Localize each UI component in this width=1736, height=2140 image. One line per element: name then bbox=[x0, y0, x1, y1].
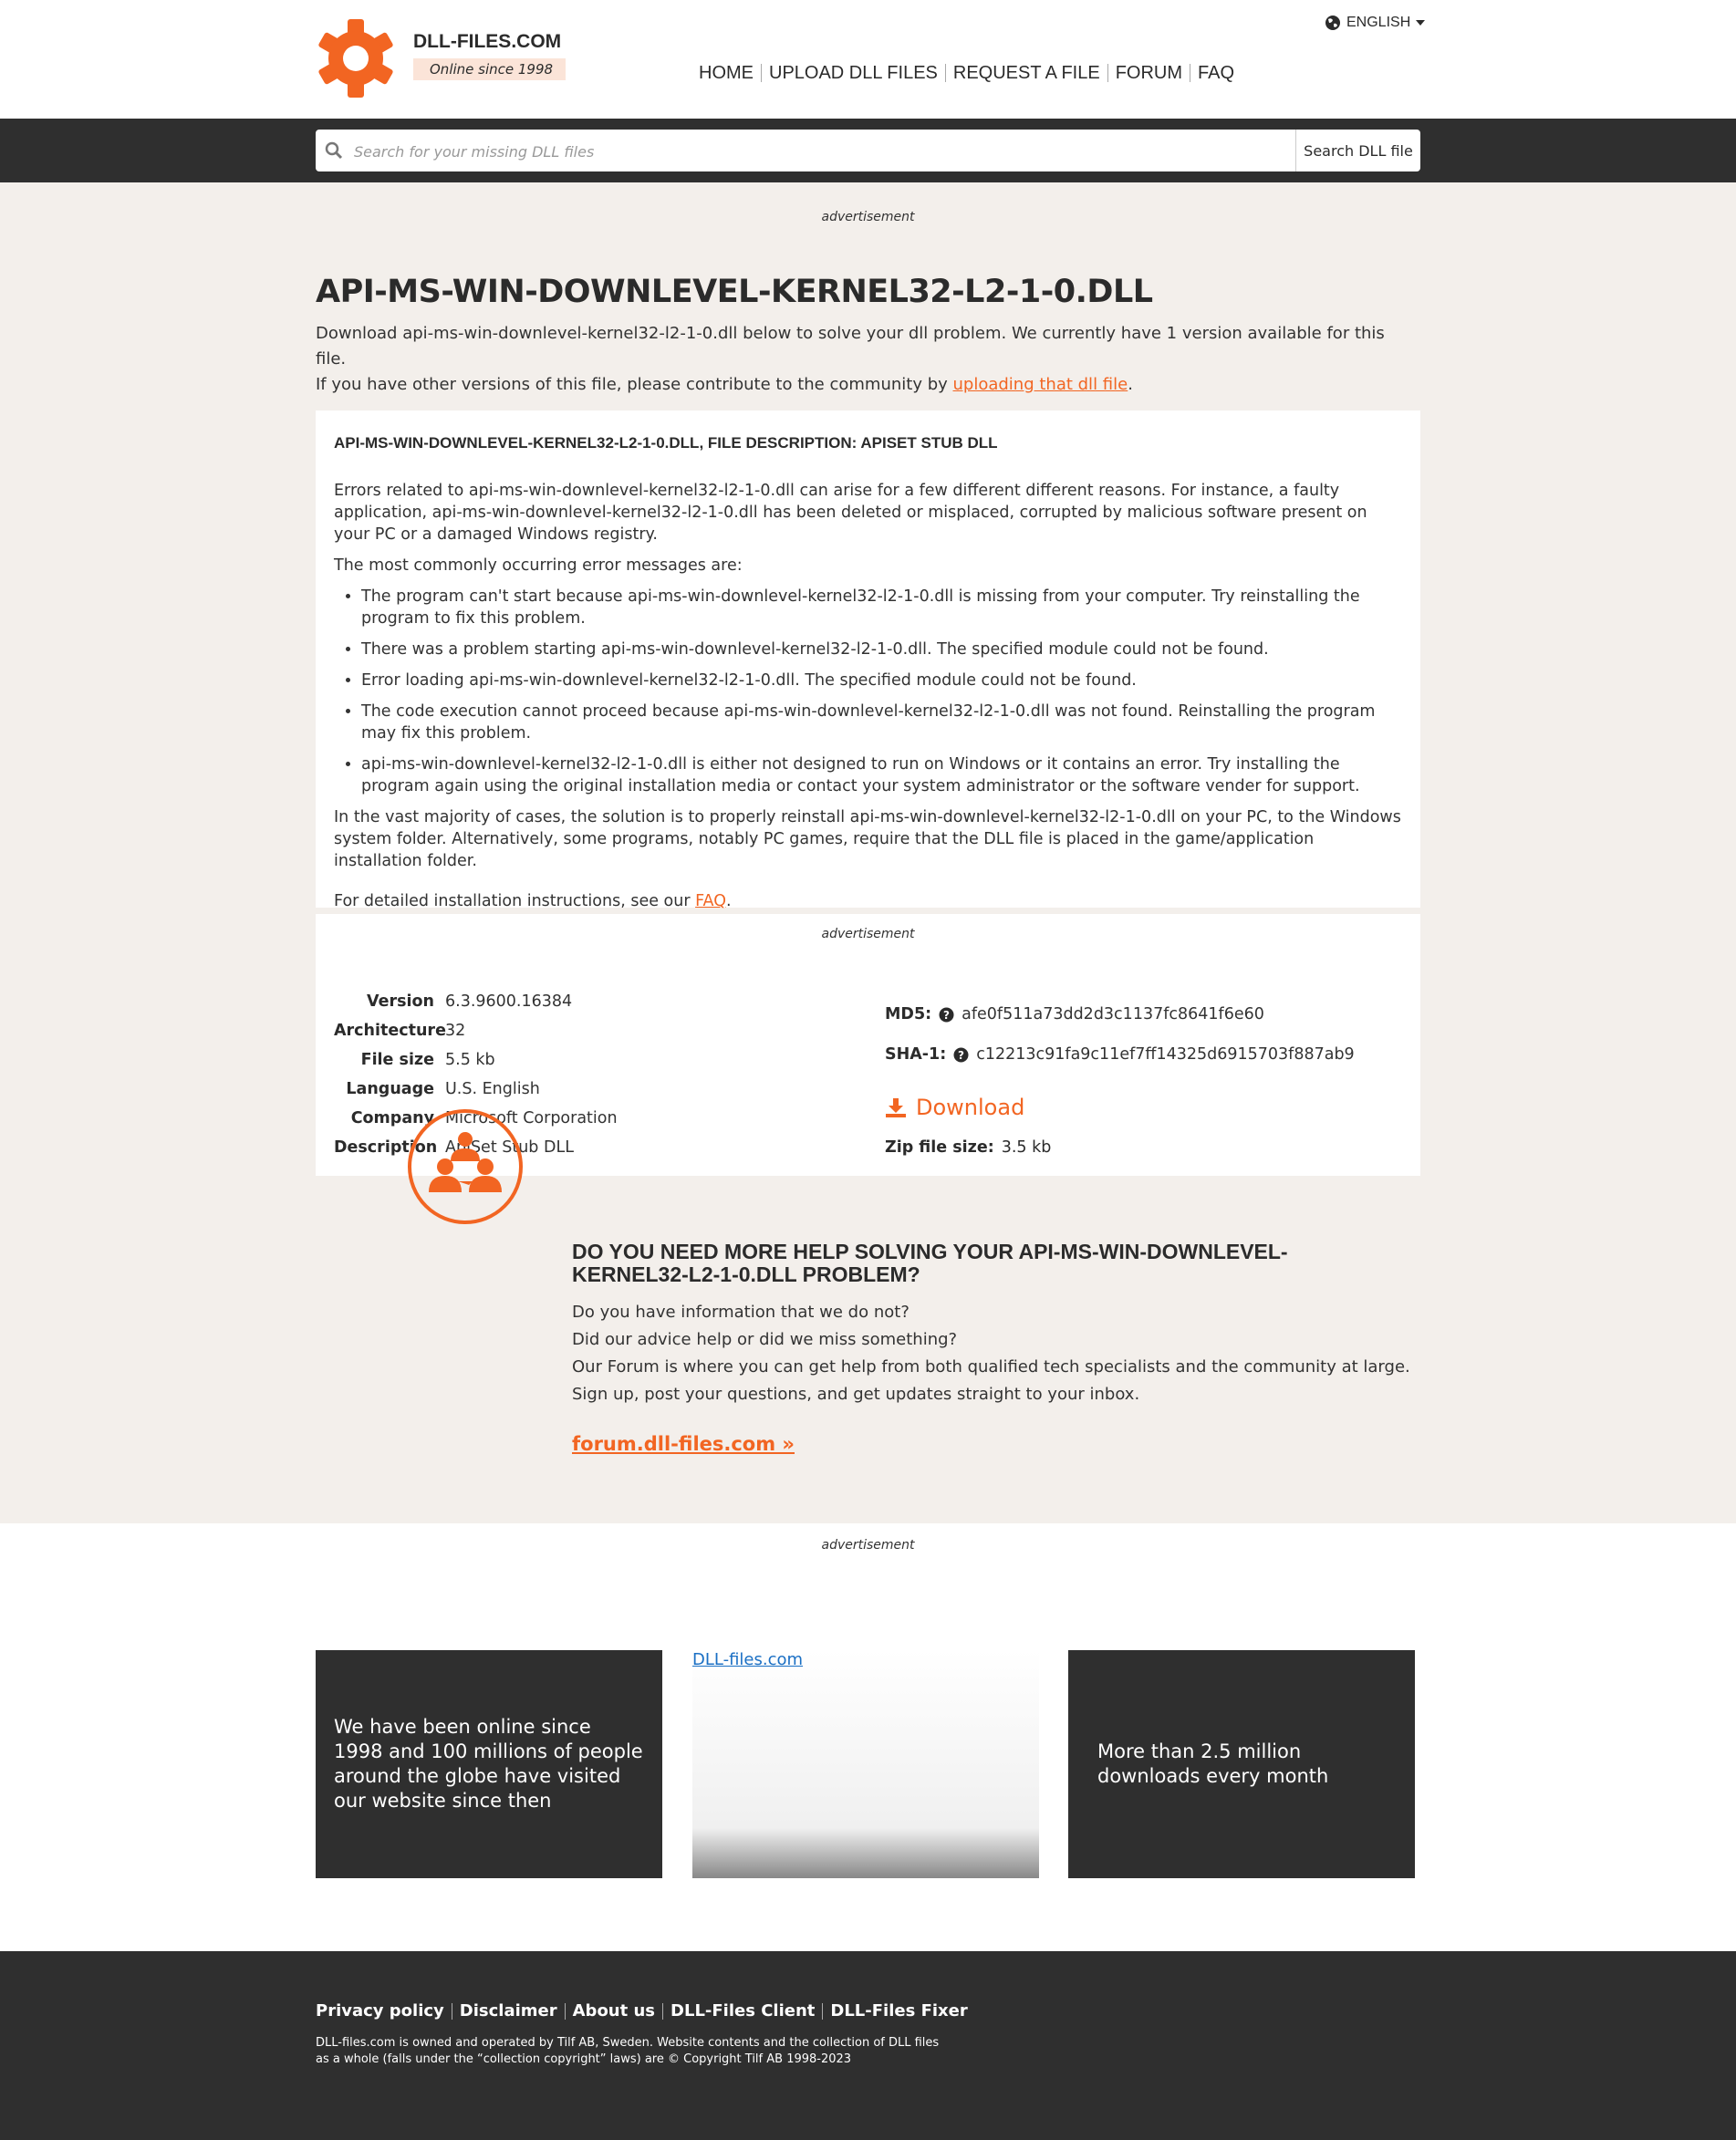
site-footer: Privacy policy Disclaimer About us DLL-F… bbox=[0, 1951, 1736, 2140]
faq-suffix: . bbox=[726, 892, 732, 910]
promo-box-image: DLL-files.com bbox=[692, 1650, 1039, 1878]
brand-name[interactable]: DLL-FILES.COM bbox=[413, 31, 561, 53]
nav-request-a-file[interactable]: REQUEST A FILE bbox=[944, 64, 1107, 82]
nav-faq[interactable]: FAQ bbox=[1190, 64, 1242, 82]
promo-text: We have been online since 1998 and 100 m… bbox=[334, 1716, 643, 1812]
promo-box-downloads: More than 2.5 million downloads every mo… bbox=[1068, 1650, 1415, 1878]
footer-link-privacy-policy[interactable]: Privacy policy bbox=[316, 2003, 452, 2020]
search-button[interactable]: Search DLL file bbox=[1295, 130, 1420, 171]
help-text: Do you have information that we do not? … bbox=[572, 1299, 1410, 1408]
svg-text:?: ? bbox=[958, 1049, 964, 1062]
caret-down-icon bbox=[1416, 20, 1426, 26]
spec-row-version: Version 6.3.9600.16384 bbox=[334, 987, 618, 1016]
spec-row-architecture: Architecture 32 bbox=[334, 1016, 618, 1045]
description-paragraph: For detailed installation instructions, … bbox=[334, 890, 1401, 912]
language-selector[interactable]: ENGLISH bbox=[1325, 15, 1426, 31]
download-button[interactable]: Download bbox=[885, 1095, 1024, 1120]
globe-icon bbox=[1325, 16, 1340, 30]
question-icon[interactable]: ? bbox=[953, 1047, 969, 1063]
footer-link-about-us[interactable]: About us bbox=[564, 2003, 662, 2020]
search-bar: Search DLL file bbox=[0, 119, 1736, 182]
intro-line-1: Download api-ms-win-downlevel-kernel32-l… bbox=[316, 324, 1385, 369]
spec-key: File size bbox=[360, 1051, 434, 1069]
list-item: The program can't start because api-ms-w… bbox=[361, 586, 1401, 629]
error-messages-list: The program can't start because api-ms-w… bbox=[334, 586, 1401, 797]
help-line: Our Forum is where you can get help from… bbox=[572, 1357, 1410, 1376]
file-description-body: Errors related to api-ms-win-downlevel-k… bbox=[334, 480, 1401, 921]
spec-key: Version bbox=[367, 992, 434, 1011]
faq-link[interactable]: FAQ bbox=[695, 892, 726, 910]
brand-tagline: Online since 1998 bbox=[413, 58, 567, 80]
help-title: DO YOU NEED MORE HELP SOLVING YOUR API-M… bbox=[572, 1240, 1288, 1286]
spec-row-language: Language U.S. English bbox=[334, 1075, 618, 1104]
file-description-card: API-MS-WIN-DOWNLEVEL-KERNEL32-L2-1-0.DLL… bbox=[316, 410, 1420, 910]
help-line: Do you have information that we do not? bbox=[572, 1303, 910, 1322]
spec-value: U.S. English bbox=[445, 1080, 540, 1098]
sha1-row: SHA-1: ? c12213c91fa9c11ef7ff14325d69157… bbox=[885, 1034, 1355, 1075]
zip-size-value: 3.5 kb bbox=[1001, 1138, 1052, 1157]
dll-files-link[interactable]: DLL-files.com bbox=[692, 1650, 803, 1669]
list-item: There was a problem starting api-ms-win-… bbox=[361, 639, 1401, 660]
help-line: Sign up, post your questions, and get up… bbox=[572, 1385, 1140, 1404]
forum-link[interactable]: forum.dll-files.com » bbox=[572, 1433, 795, 1455]
promo-text: More than 2.5 million downloads every mo… bbox=[1097, 1740, 1329, 1787]
nav-home[interactable]: HOME bbox=[699, 64, 761, 82]
file-description-title: API-MS-WIN-DOWNLEVEL-KERNEL32-L2-1-0.DLL… bbox=[334, 434, 998, 452]
sha1-value: c12213c91fa9c11ef7ff14325d6915703f887ab9 bbox=[976, 1045, 1355, 1064]
logo-gear-icon[interactable] bbox=[316, 18, 396, 99]
nav-forum[interactable]: FORUM bbox=[1107, 64, 1190, 82]
help-line: Did our advice help or did we miss somet… bbox=[572, 1330, 958, 1349]
question-icon[interactable]: ? bbox=[939, 1007, 954, 1023]
spec-value: 5.5 kb bbox=[445, 1051, 495, 1069]
footer-links: Privacy policy Disclaimer About us DLL-F… bbox=[316, 2003, 975, 2020]
advertisement-label: advertisement bbox=[821, 1538, 915, 1553]
search-icon bbox=[325, 141, 343, 160]
footer-link-dll-files-fixer[interactable]: DLL-Files Fixer bbox=[822, 2003, 974, 2020]
language-label: ENGLISH bbox=[1346, 15, 1411, 30]
spec-row-file-size: File size 5.5 kb bbox=[334, 1045, 618, 1075]
search-input[interactable] bbox=[352, 130, 1286, 173]
intro-text: If you have other versions of this file,… bbox=[316, 375, 953, 394]
description-paragraph: Errors related to api-ms-win-downlevel-k… bbox=[334, 482, 1367, 544]
page-intro: Download api-ms-win-downlevel-kernel32-l… bbox=[316, 321, 1419, 398]
site-header: DLL-FILES.COM Online since 1998 ENGLISH … bbox=[0, 0, 1736, 119]
zip-size-label: Zip file size: bbox=[885, 1138, 994, 1157]
list-item: Error loading api-ms-win-downlevel-kerne… bbox=[361, 670, 1401, 691]
advertisement-label: advertisement bbox=[821, 927, 915, 941]
list-item: api-ms-win-downlevel-kernel32-l2-1-0.dll… bbox=[361, 753, 1401, 797]
download-icon bbox=[886, 1098, 906, 1117]
spec-value: 6.3.9600.16384 bbox=[445, 992, 573, 1011]
promo-box-history: We have been online since 1998 and 100 m… bbox=[316, 1650, 662, 1878]
copyright-note: DLL-files.com is owned and operated by T… bbox=[316, 2036, 940, 2066]
intro-line-2: If you have other versions of this file,… bbox=[316, 372, 1419, 398]
sha1-label: SHA-1: bbox=[885, 1045, 947, 1064]
spec-key: Language bbox=[346, 1080, 434, 1098]
hash-block: MD5: ? afe0f511a73dd2d3c1137fc8641f6e60 … bbox=[885, 994, 1355, 1075]
page-title: API-MS-WIN-DOWNLEVEL-KERNEL32-L2-1-0.DLL bbox=[316, 274, 1153, 310]
list-item: The code execution cannot proceed becaus… bbox=[361, 701, 1401, 744]
advertisement-label: advertisement bbox=[821, 210, 915, 224]
upload-dll-link[interactable]: uploading that dll file bbox=[953, 375, 1128, 394]
description-paragraph: In the vast majority of cases, the solut… bbox=[334, 808, 1401, 870]
intro-suffix: . bbox=[1128, 375, 1133, 394]
md5-value: afe0f511a73dd2d3c1137fc8641f6e60 bbox=[962, 1005, 1264, 1023]
zip-size: Zip file size: 3.5 kb bbox=[885, 1138, 1051, 1157]
community-icon bbox=[408, 1109, 523, 1224]
spec-key: Architecture bbox=[334, 1022, 446, 1040]
search-field bbox=[316, 130, 1295, 173]
spec-value: 32 bbox=[445, 1022, 466, 1040]
md5-label: MD5: bbox=[885, 1005, 932, 1023]
faq-text: For detailed installation instructions, … bbox=[334, 892, 696, 910]
description-paragraph: The most commonly occurring error messag… bbox=[334, 556, 743, 575]
footer-link-dll-files-client[interactable]: DLL-Files Client bbox=[662, 2003, 822, 2020]
nav-upload-dll-files[interactable]: UPLOAD DLL FILES bbox=[761, 64, 945, 82]
svg-text:?: ? bbox=[943, 1009, 950, 1022]
download-label: Download bbox=[916, 1095, 1025, 1120]
footer-link-disclaimer[interactable]: Disclaimer bbox=[451, 2003, 565, 2020]
md5-row: MD5: ? afe0f511a73dd2d3c1137fc8641f6e60 bbox=[885, 994, 1355, 1034]
main-nav: HOME UPLOAD DLL FILES REQUEST A FILE FOR… bbox=[699, 64, 1242, 82]
